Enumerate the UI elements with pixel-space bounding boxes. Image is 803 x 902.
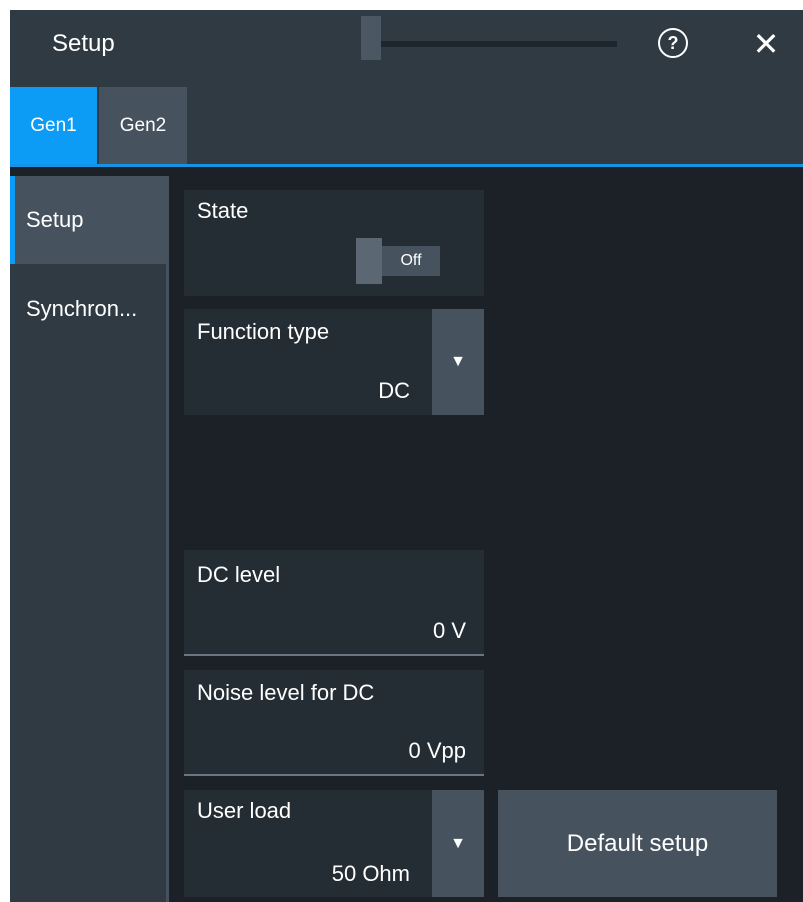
user-load-value: 50 Ohm — [331, 861, 410, 886]
caret-down-icon: ▼ — [450, 353, 466, 370]
toggle-knob — [356, 238, 382, 284]
user-load-label: User load — [197, 798, 292, 823]
title-bar[interactable]: Setup ? ✕ — [10, 10, 803, 87]
state-toggle[interactable]: Off — [356, 238, 440, 284]
close-icon[interactable]: ✕ — [748, 26, 784, 62]
function-type-label: Function type — [197, 319, 330, 344]
function-type-dropdown-button[interactable]: ▼ — [432, 309, 484, 415]
toggle-value: Off — [382, 246, 440, 276]
nav-selected-indicator — [10, 176, 15, 264]
function-type-field[interactable]: Function type DC ▼ — [184, 309, 484, 415]
state-field: State Off — [184, 190, 484, 296]
dc-level-label: DC level — [197, 562, 281, 587]
user-load-dropdown-button[interactable]: ▼ — [432, 790, 484, 897]
drag-handle[interactable] — [361, 16, 381, 60]
tab-bar: Gen1 Gen2 — [10, 87, 803, 167]
dc-level-field[interactable]: DC level 0 V — [184, 550, 484, 656]
tab-underline — [10, 164, 803, 167]
noise-level-value: 0 Vpp — [408, 738, 467, 763]
side-nav: Setup Synchron... — [10, 176, 166, 902]
nav-item-synchronization[interactable]: Synchron... — [10, 276, 166, 362]
nav-divider — [166, 176, 169, 902]
nav-item-setup[interactable]: Setup — [10, 176, 166, 264]
tab-gen2[interactable]: Gen2 — [99, 87, 187, 164]
function-type-value: DC — [378, 378, 410, 403]
dc-level-value: 0 V — [432, 618, 466, 643]
help-icon[interactable]: ? — [658, 28, 688, 58]
default-setup-button[interactable]: Default setup — [498, 790, 777, 897]
setup-dialog: Setup ? ✕ Gen1 Gen2 Setup Synchron... St… — [10, 10, 803, 902]
noise-level-label: Noise level for DC — [197, 680, 375, 705]
user-load-field[interactable]: User load 50 Ohm ▼ — [184, 790, 484, 897]
dialog-title: Setup — [52, 30, 115, 57]
tab-gen1[interactable]: Gen1 — [10, 87, 97, 164]
drag-track[interactable] — [381, 41, 617, 47]
caret-down-icon: ▼ — [450, 834, 466, 852]
nav-item-label: Synchron... — [26, 296, 138, 321]
noise-level-field[interactable]: Noise level for DC 0 Vpp — [184, 670, 484, 776]
state-label: State — [197, 198, 249, 223]
nav-item-label: Setup — [26, 207, 84, 232]
